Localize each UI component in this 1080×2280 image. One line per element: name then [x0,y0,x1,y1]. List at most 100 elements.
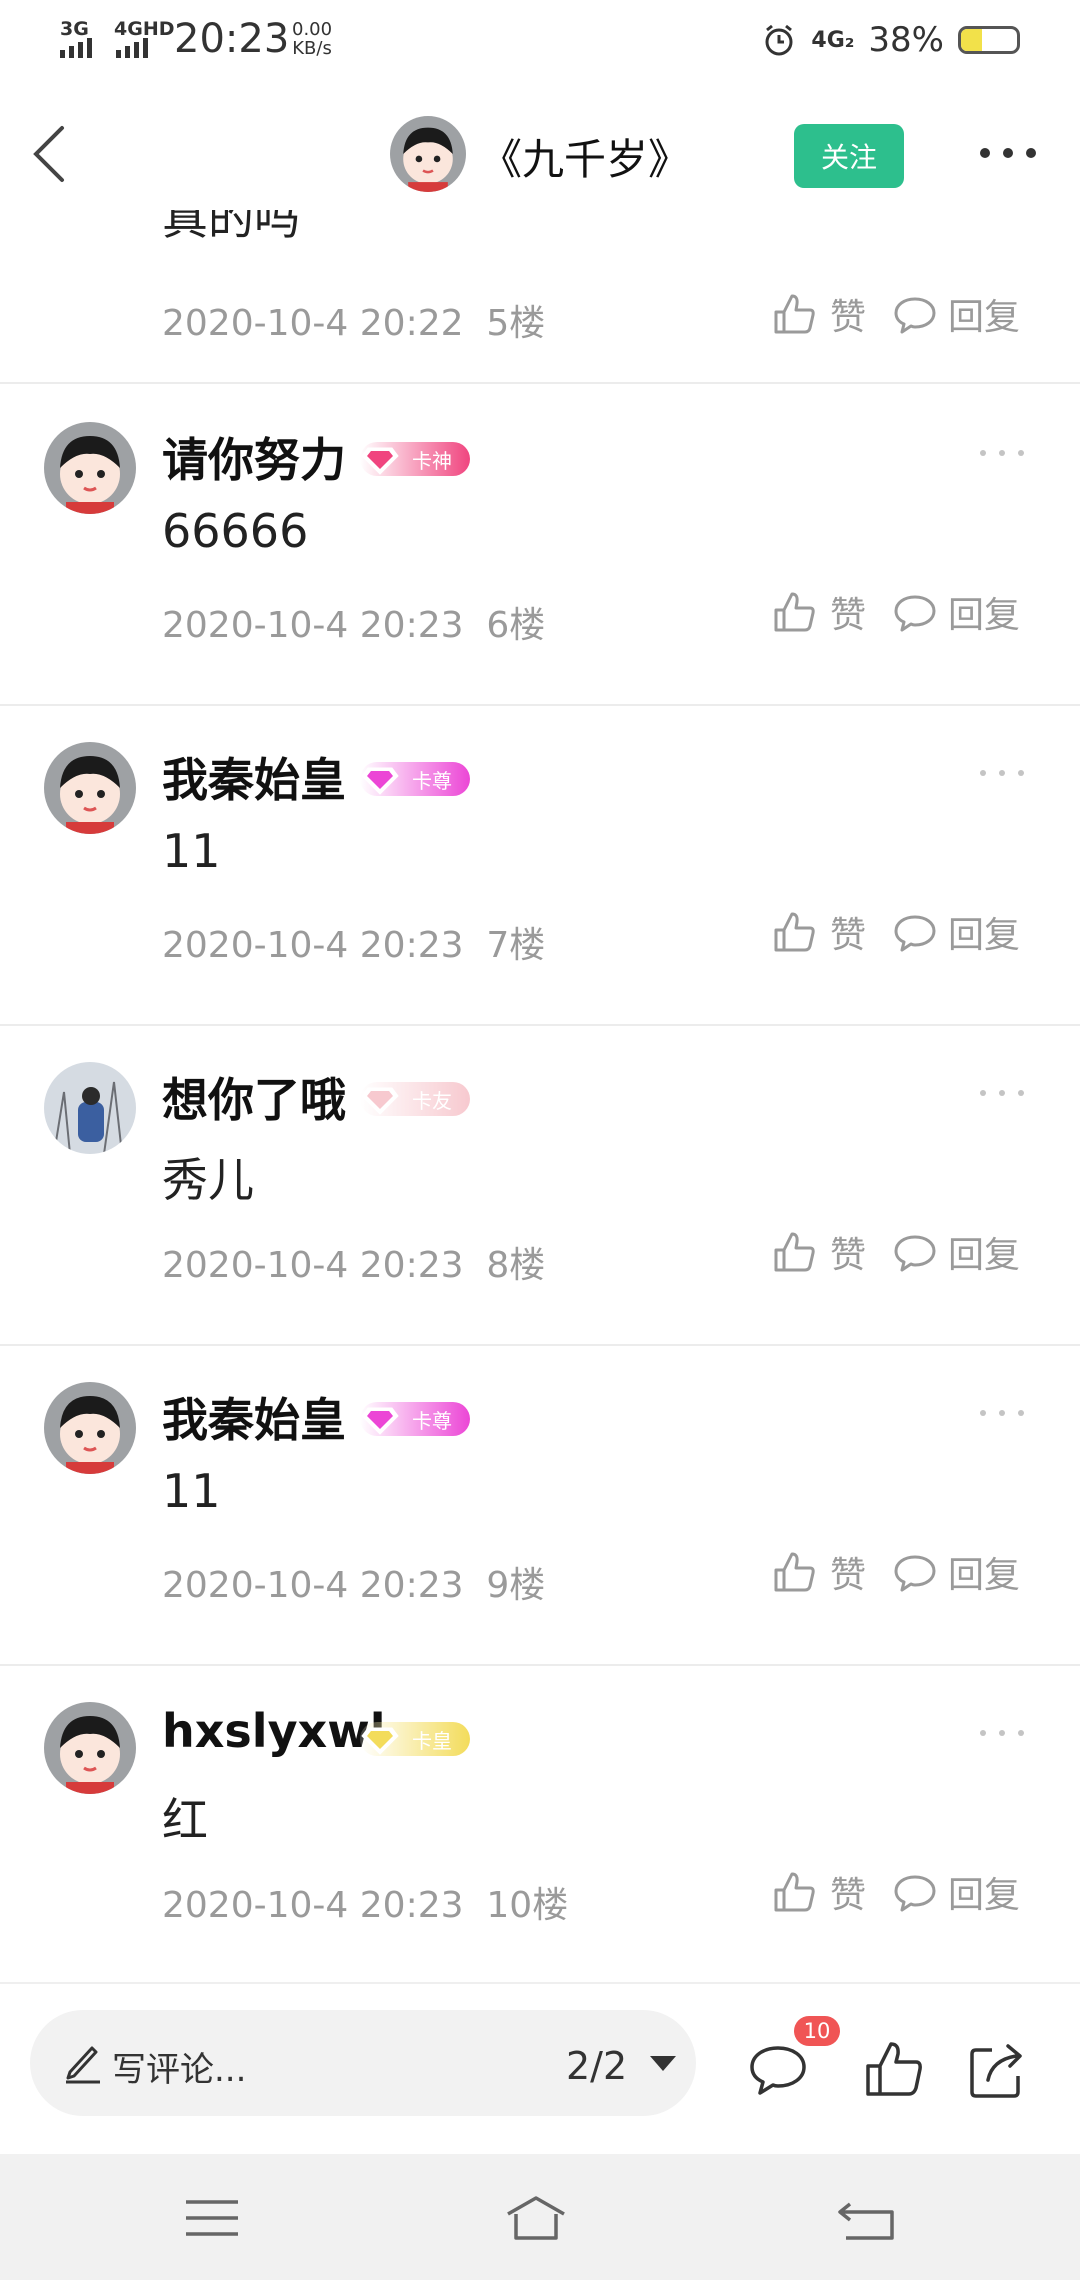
user-avatar[interactable] [44,742,136,834]
reply-button[interactable]: 回复 [892,906,1020,958]
like-button[interactable]: 赞 [770,1226,866,1278]
network-4g-label: 4GHD [114,18,175,40]
caret-down-icon[interactable] [650,2056,676,2071]
speech-bubble-icon [894,297,936,334]
cartoon-avatar-icon [44,742,136,834]
signal-icon [116,38,148,58]
badge-label: 卡友 [412,1088,452,1113]
reply-button[interactable]: 回复 [892,1866,1020,1918]
comment-actions: 赞 回复 [770,586,1020,638]
reply-button[interactable]: 回复 [892,1546,1020,1598]
comment-input[interactable]: 写评论... 2/2 [30,2010,696,2116]
comment-meta: 2020-10-4 20:22 5楼 [162,294,545,346]
level-badge: 卡皇 [360,1722,470,1756]
user-avatar[interactable] [44,1062,136,1154]
reply-label: 回复 [948,1555,1021,1596]
diamond-icon [361,1087,399,1115]
like-button[interactable]: 赞 [770,586,866,638]
clock: 20:23 [174,16,290,62]
level-badge: 卡神 [360,442,470,476]
comment-more-icon[interactable] [980,770,1024,776]
home-icon[interactable] [504,2192,568,2244]
like-button[interactable]: 赞 [770,1546,866,1598]
back-arrow-icon[interactable] [26,122,86,186]
speech-bubble-icon [894,1235,936,1272]
user-avatar[interactable] [44,422,136,514]
speech-bubble-icon [894,915,936,952]
cartoon-avatar-icon [44,1702,136,1794]
comment-bar: 写评论... 2/2 10 [0,1982,1080,2154]
comment-timestamp: 2020-10-4 20:22 [162,303,464,344]
comment-content: 红 [162,1793,208,1847]
diamond-icon [361,1407,399,1435]
comment-floor: 5楼 [486,303,546,344]
comment-actions: 赞 回复 [770,1546,1020,1598]
thumbs-up-icon [774,1552,815,1592]
pencil-icon [66,2046,100,2084]
diamond-icon [361,767,399,795]
like-label: 赞 [830,297,867,338]
level-badge: 卡尊 [360,762,470,796]
cartoon-avatar-icon [44,422,136,514]
lte-indicator: 4G₂ [811,27,855,53]
username[interactable]: 请你努力 [162,424,346,490]
battery-percent: 38% [868,20,944,60]
comments-icon[interactable] [746,2038,810,2102]
thumbs-up-icon[interactable] [862,2038,926,2102]
comment-floor: 7楼 [486,925,546,966]
reply-button[interactable]: 回复 [892,1226,1020,1278]
like-button[interactable]: 赞 [770,1866,866,1918]
comment-floor: 8楼 [486,1245,546,1286]
battery-icon [958,26,1020,54]
badge-label: 卡尊 [412,1408,452,1433]
comment-more-icon[interactable] [980,1090,1024,1096]
comment-item: 想你了哦 卡友 秀儿 2020-10-4 20:23 8楼 赞 回复 [0,1026,1080,1346]
comment-meta: 2020-10-4 20:23 6楼 [162,596,545,648]
thumbs-up-icon [774,1872,815,1912]
reply-button[interactable]: 回复 [892,586,1020,638]
username[interactable]: 我秦始皇 [162,1384,346,1450]
comment-timestamp: 2020-10-4 20:23 [162,1245,464,1286]
comment-meta: 2020-10-4 20:23 8楼 [162,1236,545,1288]
user-avatar[interactable] [44,1702,136,1794]
comment-more-icon[interactable] [980,450,1024,456]
reply-button[interactable]: 回复 [892,288,1020,340]
like-button[interactable]: 赞 [770,906,866,958]
photo-avatar-icon [44,1062,136,1154]
username[interactable]: hxslyxwl [162,1704,386,1758]
reply-label: 回复 [948,297,1021,338]
comment-item: 我秦始皇 卡尊 11 2020-10-4 20:23 7楼 赞 回复 [0,706,1080,1026]
diamond-icon [361,1727,399,1755]
menu-icon[interactable] [180,2192,244,2244]
author-avatar[interactable] [390,116,466,192]
comment-content: 11 [162,1464,221,1518]
comment-actions: 赞 回复 [770,1226,1020,1278]
more-options-icon[interactable] [980,140,1036,166]
page-indicator[interactable]: 2/2 [566,2044,627,2088]
username[interactable]: 我秦始皇 [162,744,346,810]
badge-label: 卡神 [412,448,452,473]
comment-floor: 9楼 [486,1565,546,1606]
speech-bubble-icon [894,595,936,632]
comment-actions: 赞 回复 [770,906,1020,958]
comment-timestamp: 2020-10-4 20:23 [162,605,464,646]
follow-button[interactable]: 关注 [794,124,904,188]
comment-actions: 赞 回复 [770,288,1020,340]
like-button[interactable]: 赞 [770,288,866,340]
back-icon[interactable] [836,2192,900,2244]
header: 《九千岁》 关注 [0,100,1080,210]
comment-timestamp: 2020-10-4 20:23 [162,1885,464,1926]
comment-more-icon[interactable] [980,1410,1024,1416]
share-icon[interactable] [966,2038,1030,2102]
badge-label: 卡皇 [412,1728,452,1753]
user-avatar[interactable] [44,1382,136,1474]
level-badge: 卡友 [360,1082,470,1116]
thumbs-up-icon [774,294,815,334]
network-speed: 0.00 KB/s [292,20,332,58]
comment-actions: 赞 回复 [770,1866,1020,1918]
comment-more-icon[interactable] [980,1730,1024,1736]
comment-meta: 2020-10-4 20:23 10楼 [162,1876,568,1928]
reply-label: 回复 [948,915,1021,956]
thumbs-up-icon [774,1232,815,1272]
username[interactable]: 想你了哦 [162,1064,346,1130]
